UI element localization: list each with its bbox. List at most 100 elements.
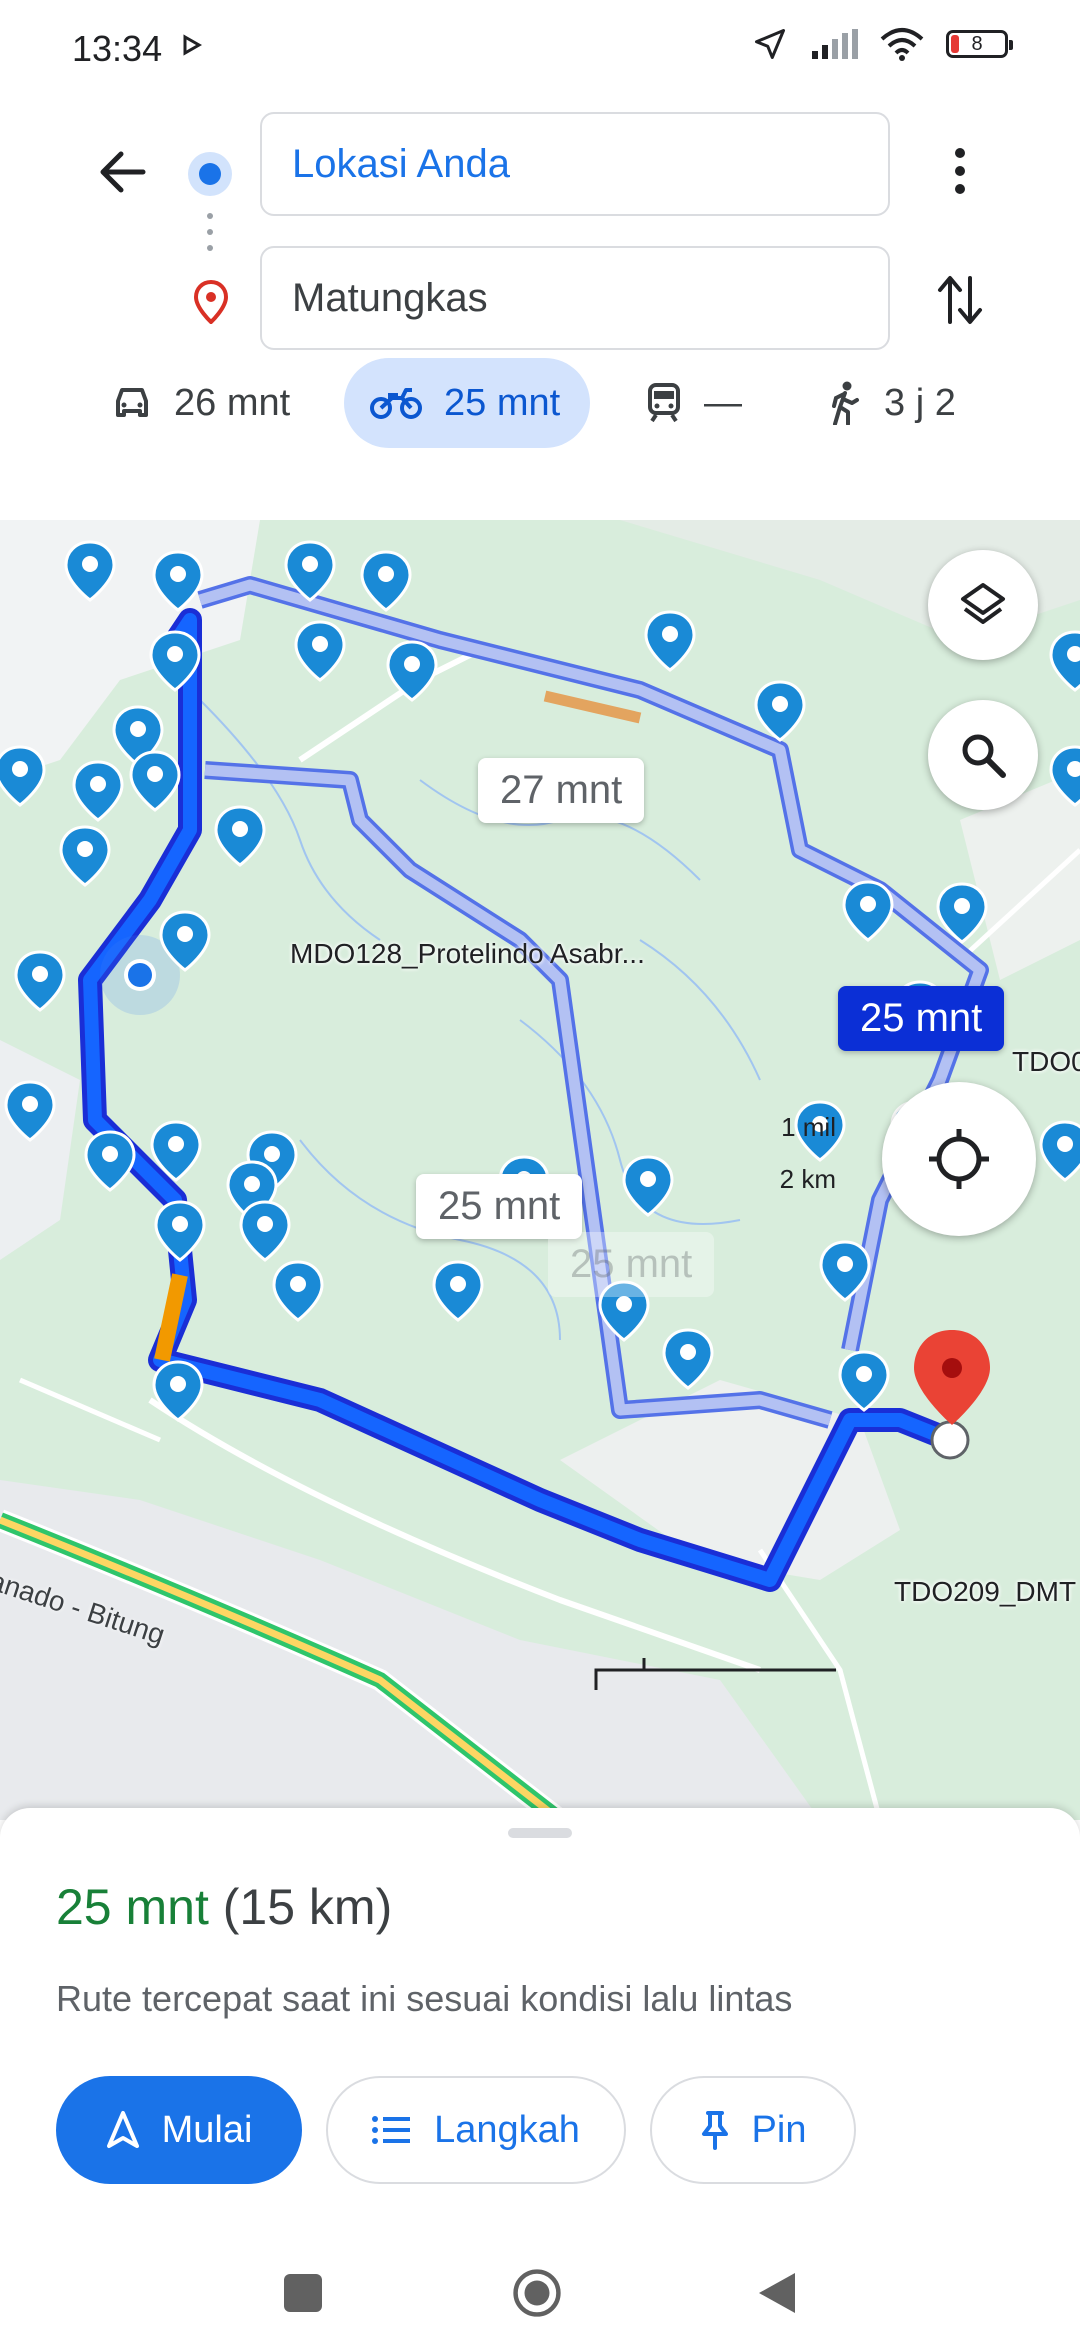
poi-pin-icon[interactable] [14, 950, 66, 1012]
poi-pin-icon[interactable] [386, 640, 438, 702]
steps-button[interactable]: Langkah [326, 2076, 626, 2184]
poi-pin-icon[interactable] [360, 550, 412, 612]
route-duration: 25 mnt [56, 1879, 209, 1935]
poi-pin-icon[interactable] [644, 610, 696, 672]
poi-pin-icon[interactable] [239, 1200, 291, 1262]
battery-icon: 8 [946, 30, 1013, 58]
route-label-alt-2[interactable]: 25 mnt [416, 1174, 583, 1239]
poi-pin-icon[interactable] [64, 540, 116, 602]
poi-label[interactable]: TDO209_DMT [894, 1576, 1076, 1608]
poi-pin-icon[interactable] [150, 1120, 202, 1182]
tab-transit-label: — [704, 381, 742, 424]
arrow-left-icon [100, 151, 146, 193]
list-icon [372, 2116, 411, 2144]
poi-pin-icon[interactable] [1049, 630, 1080, 692]
status-time: 13:34 [72, 28, 163, 69]
poi-label[interactable]: MDO128_Protelindo Asabr... [290, 938, 645, 970]
more-options-button[interactable] [930, 136, 990, 206]
route-label-alt-1[interactable]: 27 mnt [478, 758, 645, 823]
poi-pin-icon[interactable] [1039, 1120, 1080, 1182]
poi-pin-icon[interactable] [294, 620, 346, 682]
back-button[interactable] [90, 140, 154, 204]
wifi-icon [880, 28, 924, 61]
location-arrow-icon [755, 29, 785, 59]
destination-pin-icon [194, 280, 228, 324]
poi-pin-icon[interactable] [84, 1130, 136, 1192]
origin-field[interactable]: Lokasi Anda [260, 112, 890, 216]
home-circle-icon [513, 2269, 561, 2317]
home-button[interactable] [512, 2268, 562, 2318]
route-distance: (15 km) [222, 1879, 393, 1935]
system-nav-bar [0, 2240, 1080, 2340]
tab-motorcycle-label: 25 mnt [444, 381, 561, 424]
route-summary: 25 mnt (15 km) [56, 1878, 392, 1936]
triangle-back-icon [759, 2273, 795, 2313]
layers-icon [961, 583, 1005, 624]
poi-pin-icon[interactable] [936, 882, 988, 944]
pin-button-label: Pin [751, 2108, 807, 2151]
car-icon [116, 388, 148, 417]
status-icons: 8 [752, 26, 1013, 62]
travel-mode-tabs: 26 mnt 25 mnt — 3 j 2 [0, 358, 1080, 448]
steps-button-label: Langkah [434, 2108, 580, 2151]
poi-pin-icon[interactable] [4, 1080, 56, 1142]
route-summary-sheet: 25 mnt (15 km) Rute tercepat saat ini se… [0, 1808, 1080, 2240]
crosshair-icon [929, 1129, 989, 1189]
map-view[interactable]: 27 mnt 25 mnt 25 mnt 25 mnt MDO128_Prote… [0, 520, 1080, 1820]
tab-car[interactable]: 26 mnt [112, 358, 290, 448]
poi-pin-icon[interactable] [129, 750, 181, 812]
status-bar: 13:34 8 [0, 0, 1080, 100]
poi-pin-icon[interactable] [152, 550, 204, 612]
origin-dot-icon [188, 152, 232, 196]
directions-header: Lokasi Anda Matungkas 26 mnt 25 mnt — 3 … [0, 100, 1080, 520]
drag-handle[interactable] [508, 1828, 572, 1838]
poi-pin-icon[interactable] [754, 680, 806, 742]
square-icon [284, 2274, 322, 2312]
poi-pin-icon[interactable] [154, 1200, 206, 1262]
more-vert-icon [955, 148, 965, 194]
my-location-button[interactable] [882, 1082, 1036, 1236]
route-description: Rute tercepat saat ini sesuai kondisi la… [56, 1978, 793, 2019]
poi-pin-icon[interactable] [842, 880, 894, 942]
tab-car-label: 26 mnt [174, 381, 291, 424]
pin-button[interactable]: Pin [650, 2076, 856, 2184]
poi-label[interactable]: TDO0 [1012, 1046, 1080, 1078]
tab-motorcycle[interactable]: 25 mnt [344, 358, 590, 448]
battery-level: 8 [971, 32, 983, 55]
poi-pin-icon[interactable] [0, 745, 46, 807]
poi-pin-icon[interactable] [432, 1260, 484, 1322]
tab-walk[interactable]: 3 j 2 [828, 358, 956, 448]
poi-pin-icon[interactable] [819, 1240, 871, 1302]
poi-pin-icon[interactable] [1049, 745, 1080, 807]
poi-pin-icon[interactable] [838, 1350, 890, 1412]
tab-walk-label: 3 j 2 [884, 381, 956, 424]
swap-button[interactable] [928, 268, 992, 332]
tab-transit[interactable]: — [646, 358, 742, 448]
poi-pin-icon[interactable] [59, 825, 111, 887]
layers-button[interactable] [928, 550, 1038, 660]
scale-imperial: 1 mil [781, 1112, 836, 1142]
connector-dots-icon [207, 213, 213, 251]
navigation-arrow-icon [106, 2111, 139, 2148]
back-nav-button[interactable] [752, 2268, 802, 2318]
poi-pin-icon[interactable] [72, 760, 124, 822]
walk-icon [832, 381, 859, 425]
poi-pin-icon[interactable] [662, 1328, 714, 1390]
play-icon [183, 34, 202, 56]
search-button[interactable] [928, 700, 1038, 810]
swap-vertical-icon [938, 276, 982, 324]
start-button[interactable]: Mulai [56, 2076, 302, 2184]
motorcycle-icon [370, 388, 422, 419]
search-icon [962, 734, 1006, 778]
recents-button[interactable] [278, 2268, 328, 2318]
pushpin-icon [701, 2111, 728, 2150]
poi-pin-icon[interactable] [159, 910, 211, 972]
route-label-active[interactable]: 25 mnt [838, 986, 1005, 1051]
poi-pin-icon[interactable] [149, 630, 201, 692]
poi-pin-icon[interactable] [214, 805, 266, 867]
signal-icon [812, 29, 858, 59]
poi-pin-icon[interactable] [284, 540, 336, 602]
poi-pin-icon[interactable] [272, 1260, 324, 1322]
destination-field[interactable]: Matungkas [260, 246, 890, 350]
poi-pin-icon[interactable] [152, 1360, 204, 1422]
